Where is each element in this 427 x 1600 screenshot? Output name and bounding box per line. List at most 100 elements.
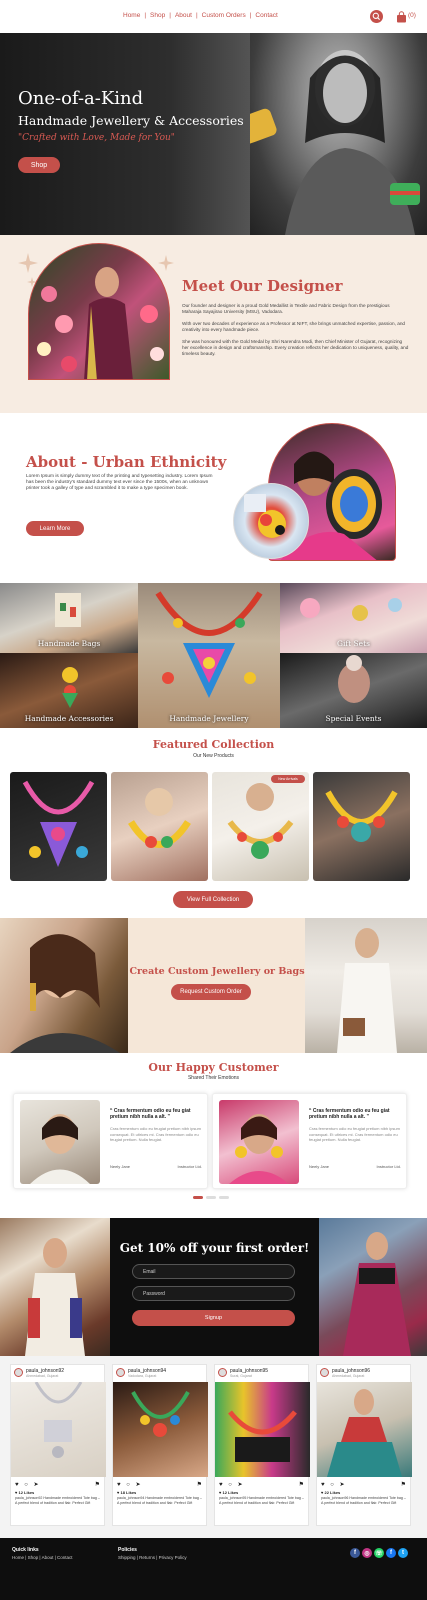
instagram-icon[interactable]: ◎: [362, 1548, 372, 1558]
search-icon[interactable]: [370, 10, 383, 23]
about-text: Lorem Ipsum is simply dummy text of the …: [26, 474, 213, 492]
designer-paragraph: She was honoured with the Gold Medal by …: [182, 339, 409, 356]
post-actions-icons[interactable]: ♥ ○ ➤: [117, 1481, 143, 1488]
testimonial-body: Cras fermentum odio eu feugiat pretium n…: [309, 1126, 400, 1142]
bookmark-icon[interactable]: ⚑: [197, 1481, 202, 1488]
avatar: [218, 1368, 227, 1377]
hero-subtitle: Handmade Jewellery & Accessories: [18, 113, 244, 128]
author-role: Instructor Ltd.: [376, 1164, 401, 1169]
carousel-dot[interactable]: [193, 1196, 203, 1199]
nav-link-about[interactable]: About: [175, 12, 192, 19]
hero-banner: One-of-a-Kind Handmade Jewellery & Acces…: [0, 33, 427, 235]
category-label: Special Events: [325, 714, 382, 723]
category-handmade-accessories[interactable]: Handmade Accessories: [0, 653, 138, 728]
custom-order-section: Create Custom Jewellery or Bags Request …: [0, 918, 427, 1053]
about-heading: About - Urban Ethnicity: [26, 453, 227, 471]
category-special-events[interactable]: Special Events: [280, 653, 427, 728]
hero-title: One-of-a-Kind: [18, 88, 144, 109]
instagram-post[interactable]: paula_johnson94 Vadodara, Gujarat ♥ ○ ➤ …: [112, 1364, 208, 1526]
avatar: [14, 1368, 23, 1377]
twitter-icon[interactable]: t: [398, 1548, 408, 1558]
footer-policies-title: Policies: [118, 1547, 137, 1553]
nav-separator: |: [195, 12, 198, 19]
category-handmade-bags[interactable]: Handmade Bags: [0, 583, 138, 653]
meet-designer-section: Meet Our Designer Our founder and design…: [0, 235, 427, 413]
footer-policy-links[interactable]: Shipping | Returns | Privacy Policy: [118, 1555, 187, 1560]
view-full-collection-button[interactable]: View Full Collection: [173, 891, 253, 908]
post-likes: ♥ 12 Likes: [15, 1490, 35, 1495]
nav-link-home[interactable]: Home: [123, 12, 140, 19]
designer-paragraph: With over two decades of experience as a…: [182, 321, 406, 332]
testimonial-quote: “ Cras fermentum odio eu feu giat pretiu…: [110, 1108, 191, 1121]
email-field[interactable]: Email: [132, 1264, 295, 1279]
category-gift-sets[interactable]: Gift Sets: [280, 583, 427, 653]
post-actions-icons[interactable]: ♥ ○ ➤: [15, 1481, 41, 1488]
password-field[interactable]: Password: [132, 1286, 295, 1301]
post-image: [113, 1382, 208, 1477]
featured-heading: Featured Collection: [152, 738, 275, 751]
about-photo-craft: [233, 483, 309, 559]
post-actions-icons[interactable]: ♥ ○ ➤: [321, 1481, 347, 1488]
nav-link-custom-orders[interactable]: Custom Orders: [202, 12, 246, 19]
learn-more-button[interactable]: Learn More: [26, 521, 84, 536]
category-label: Handmade Jewellery: [169, 714, 249, 723]
bookmark-icon[interactable]: ⚑: [401, 1481, 406, 1488]
author-name: Neely Jane: [309, 1164, 330, 1169]
post-actions-icons[interactable]: ♥ ○ ➤: [219, 1481, 245, 1488]
request-custom-order-button[interactable]: Request Custom Order: [171, 984, 251, 1000]
shop-button[interactable]: Shop: [18, 157, 60, 173]
post-likes: ♥ 18 Likes: [117, 1490, 137, 1495]
testimonial-card: “ Cras fermentum odio eu feu giat pretiu…: [212, 1093, 407, 1189]
featured-collection-section: Featured Collection Our New Products New…: [0, 728, 427, 918]
instagram-post[interactable]: paula_johnson96 Ahmedabad, Gujarat ♥ ○ ➤…: [316, 1364, 412, 1526]
signup-button[interactable]: Signup: [132, 1310, 295, 1326]
post-location: Vadodara, Gujarat: [128, 1374, 157, 1378]
author-role: Instructor Ltd.: [177, 1164, 202, 1169]
designer-photo: [28, 243, 170, 380]
instagram-feed: paula_johnson92 Ahmedabad, Gujarat ♥ ○ ➤…: [0, 1356, 427, 1538]
testimonial-photo: [20, 1100, 100, 1184]
post-location: Ahmedabad, Gujarat: [332, 1374, 365, 1378]
carousel-dots: [193, 1196, 229, 1199]
signup-section: Get 10% off your first order! Email Pass…: [0, 1218, 427, 1356]
instagram-post[interactable]: paula_johnson92 Ahmedabad, Gujarat ♥ ○ ➤…: [10, 1364, 106, 1526]
bookmark-icon[interactable]: ⚑: [299, 1481, 304, 1488]
post-caption: paula_johnson95 Handmade embroidered Tot…: [219, 1496, 304, 1505]
category-label: Gift Sets: [336, 639, 370, 648]
post-caption: paula_johnson92 Handmade embroidered Tot…: [15, 1496, 100, 1505]
testimonial-author: Neely Jane Instructor Ltd.: [309, 1164, 401, 1169]
facebook-alt-icon[interactable]: f: [386, 1548, 396, 1558]
cart-count[interactable]: (0): [408, 12, 416, 19]
category-label: Handmade Bags: [37, 639, 101, 648]
instagram-post[interactable]: paula_johnson95 Surat, Gujarat ♥ ○ ➤ ⚑ ♥…: [214, 1364, 310, 1526]
testimonial-author: Neely Jane Instructor Ltd.: [110, 1164, 202, 1169]
footer: Quick links Home | Shop | About | Contac…: [0, 1538, 427, 1600]
designer-heading: Meet Our Designer: [182, 277, 343, 295]
product-card[interactable]: New Arrivals: [212, 772, 309, 881]
shopping-bag-icon[interactable]: [396, 10, 407, 23]
footer-quick-links[interactable]: Home | Shop | About | Contact: [12, 1555, 73, 1560]
category-featured-necklace[interactable]: Handmade Jewellery: [138, 583, 280, 728]
bookmark-icon[interactable]: ⚑: [95, 1481, 100, 1488]
post-likes: ♥ 12 Likes: [219, 1490, 239, 1495]
nav-separator: |: [144, 12, 147, 19]
new-arrivals-badge: New Arrivals: [271, 775, 305, 783]
post-location: Surat, Gujarat: [230, 1374, 252, 1378]
nav-links: Home | Shop | About | Custom Orders | Co…: [123, 12, 278, 19]
post-caption: paula_johnson94 Handmade embroidered Tot…: [117, 1496, 202, 1505]
facebook-icon[interactable]: f: [350, 1548, 360, 1558]
carousel-dot[interactable]: [219, 1196, 229, 1199]
nav-separator: |: [249, 12, 252, 19]
carousel-dot[interactable]: [206, 1196, 216, 1199]
product-card[interactable]: [313, 772, 410, 881]
hero-tagline: "Crafted with Love, Made for You": [18, 133, 175, 143]
post-image: [11, 1381, 106, 1477]
product-card[interactable]: [10, 772, 107, 881]
nav-link-shop[interactable]: Shop: [150, 12, 165, 19]
product-card[interactable]: [111, 772, 208, 881]
footer-quick-links-title: Quick links: [12, 1547, 39, 1553]
testimonials-subheading: Shared Their Emotions: [187, 1075, 240, 1081]
whatsapp-icon[interactable]: ☏: [374, 1548, 384, 1558]
nav-link-contact[interactable]: Contact: [255, 12, 277, 19]
signup-heading: Get 10% off your first order!: [119, 1241, 310, 1255]
